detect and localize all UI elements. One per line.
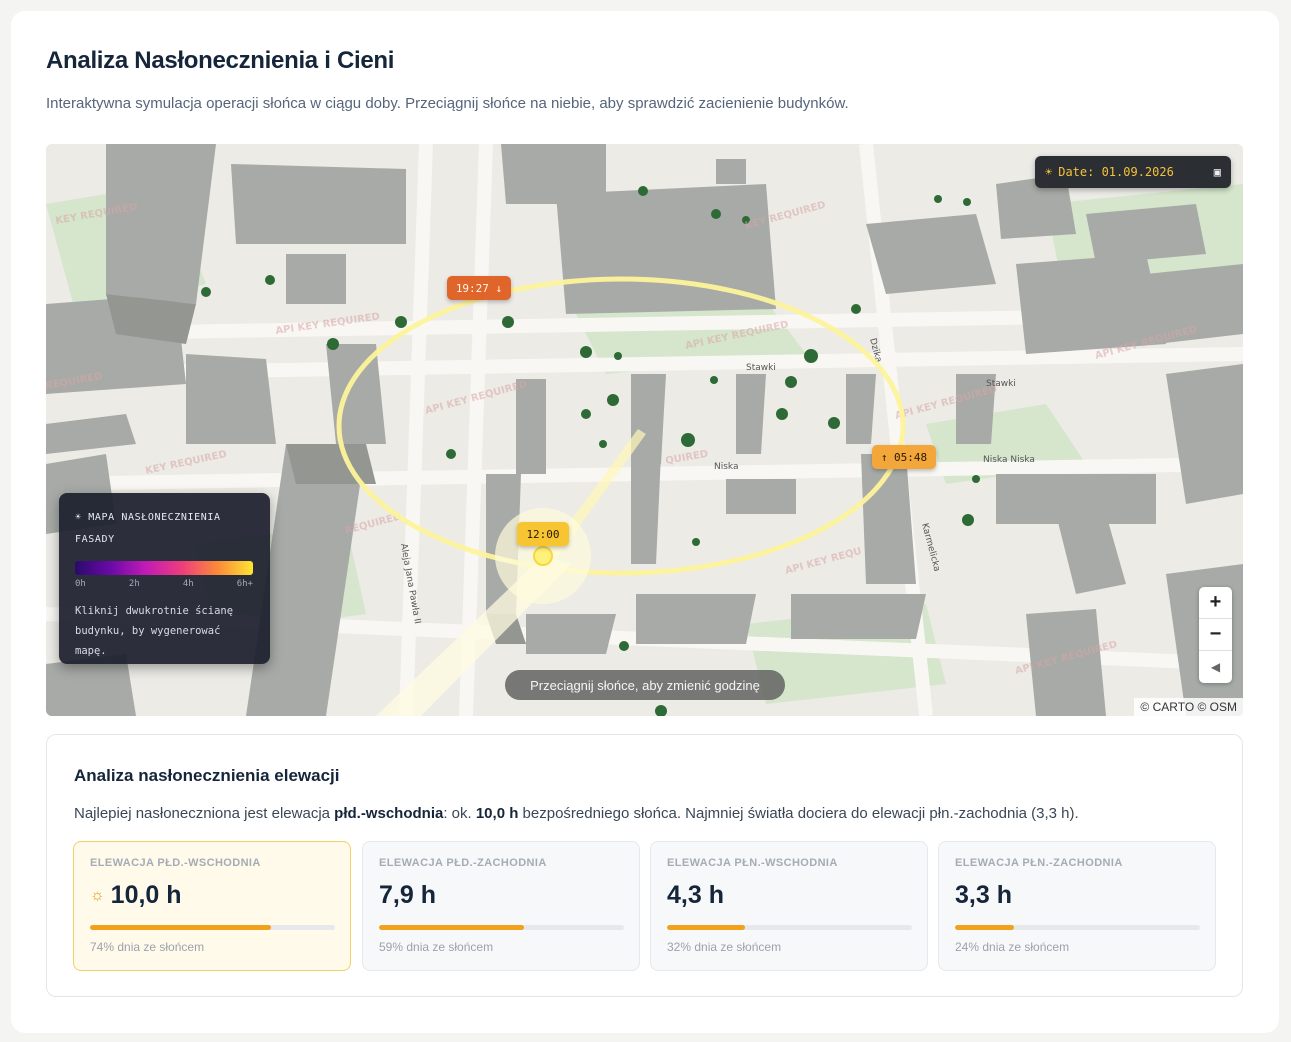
tile-label: ELEWACJA PŁD.-ZACHODNIA <box>379 857 547 869</box>
legend-tick: 0h <box>75 579 86 589</box>
tile-progress-fill <box>379 925 524 930</box>
sun-icon: ☼ <box>90 886 105 904</box>
zoom-controls: + − ◀ <box>1199 587 1232 683</box>
legend-tick: 6h+ <box>236 579 253 589</box>
tile-value: 4,3 h <box>667 881 724 909</box>
tile-progress-bar <box>379 925 624 930</box>
analysis-summary: Najlepiej nasłoneczniona jest elewacja p… <box>74 805 1079 822</box>
current-time-badge: 12:00 <box>517 522 569 546</box>
legend-note: Kliknij dwukrotnie ścianę budynku, by wy… <box>75 601 254 661</box>
tile-percent: 59% dnia ze słońcem <box>379 940 494 954</box>
legend-tick: 2h <box>128 579 140 589</box>
elevation-tile: ELEWACJA PŁD.-ZACHODNIA 7,9 h 59% dnia z… <box>362 841 640 971</box>
sunset-time-badge: 19:27 ↓ <box>447 276 511 300</box>
tile-value: 3,3 h <box>955 881 1012 909</box>
tile-value: ☼ 10,0 h <box>90 881 182 909</box>
calendar-icon[interactable]: ▣ <box>1214 165 1221 179</box>
tile-percent: 74% dnia ze słońcem <box>90 940 205 954</box>
facade-legend: ☀ MAPA NASŁONECZNIENIA FASADY 0h 2h 4h 6… <box>59 493 270 664</box>
elevation-tile: ELEWACJA PŁN.-WSCHODNIA 4,3 h 32% dnia z… <box>650 841 928 971</box>
date-value: Date: 01.09.2026 <box>1058 165 1174 179</box>
tile-label: ELEWACJA PŁN.-ZACHODNIA <box>955 857 1123 869</box>
tile-progress-bar <box>90 925 335 930</box>
elevation-analysis-panel: Analiza nasłonecznienia elewacji Najlepi… <box>46 734 1243 997</box>
page-subtitle: Interaktywna symulacja operacji słońca w… <box>46 95 849 112</box>
legend-tick: 4h <box>182 579 194 589</box>
tile-percent: 24% dnia ze słońcem <box>955 940 1070 954</box>
compass-icon[interactable]: ◀ <box>1199 651 1232 683</box>
date-picker[interactable]: ☀ Date: 01.09.2026 ▣ <box>1035 156 1231 188</box>
tile-progress-fill <box>667 925 746 930</box>
tile-percent: 32% dnia ze słońcem <box>667 940 782 954</box>
sun-handle[interactable] <box>533 546 553 566</box>
analysis-title: Analiza nasłonecznienia elewacji <box>74 766 340 785</box>
map-attribution: © CARTO © OSM <box>1134 698 1243 716</box>
legend-note-line: budynku, by wygenerować mapę. <box>75 625 221 657</box>
legend-ticks: 0h 2h 4h 6h+ <box>75 579 253 589</box>
tile-progress-bar <box>955 925 1200 930</box>
main-card: Analiza Nasłonecznienia i Cieni Interakt… <box>11 11 1279 1033</box>
street-label: Niska Niska <box>983 455 1035 465</box>
map-view[interactable]: KEY REQUIRED API KEY REQUIRED API KEY RE… <box>46 144 1243 716</box>
legend-gradient <box>75 561 253 575</box>
drag-hint: Przeciągnij słońce, aby zmienić godzinę <box>505 670 785 700</box>
legend-title-2: FASADY <box>75 534 115 545</box>
elevation-tile: ELEWACJA PŁD.-WSCHODNIA ☼ 10,0 h 74% dnia… <box>73 841 351 971</box>
street-label: Stawki <box>986 379 1016 389</box>
street-label: Niska <box>714 462 739 472</box>
tile-value: 7,9 h <box>379 881 436 909</box>
sun-icon: ☀ <box>1045 165 1053 179</box>
zoom-out-button[interactable]: − <box>1199 619 1232 651</box>
tile-progress-fill <box>90 925 272 930</box>
street-label: Stawki <box>746 363 776 373</box>
tile-label: ELEWACJA PŁD.-WSCHODNIA <box>90 857 261 869</box>
zoom-in-button[interactable]: + <box>1199 587 1232 619</box>
legend-note-line: Kliknij dwukrotnie ścianę <box>75 605 234 617</box>
page-title: Analiza Nasłonecznienia i Cieni <box>46 47 395 74</box>
tile-progress-fill <box>955 925 1014 930</box>
elevation-tile: ELEWACJA PŁN.-ZACHODNIA 3,3 h 24% dnia z… <box>938 841 1216 971</box>
legend-title: ☀ MAPA NASŁONECZNIENIA <box>75 512 221 523</box>
tile-progress-bar <box>667 925 912 930</box>
tile-label: ELEWACJA PŁN.-WSCHODNIA <box>667 857 838 869</box>
sunrise-time-badge: ↑ 05:48 <box>872 445 936 469</box>
